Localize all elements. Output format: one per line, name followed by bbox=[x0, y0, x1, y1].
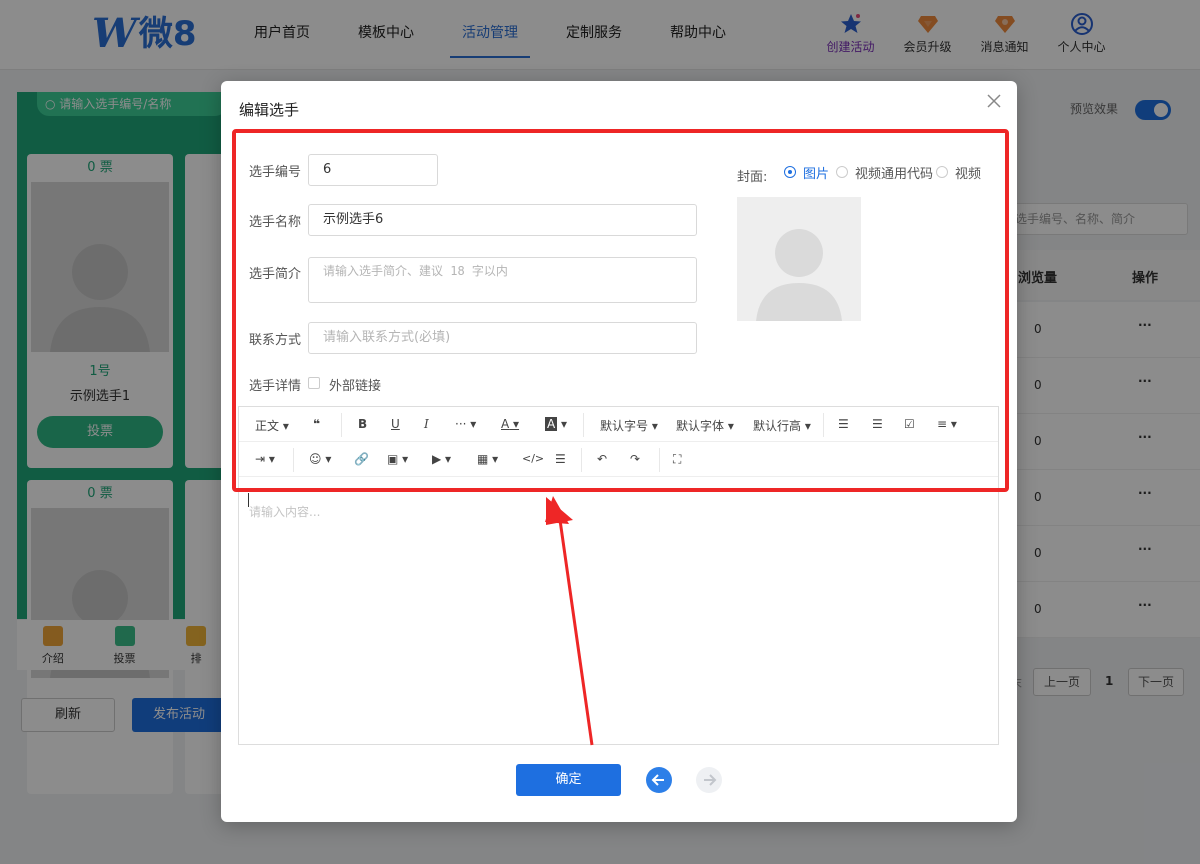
highlight-box bbox=[232, 129, 1009, 492]
dialog-title: 编辑选手 bbox=[239, 101, 300, 119]
close-icon[interactable] bbox=[986, 93, 1002, 109]
next-arrow-icon[interactable] bbox=[696, 767, 722, 793]
confirm-button[interactable]: 确定 bbox=[516, 764, 621, 796]
previous-arrow-icon[interactable] bbox=[646, 767, 672, 793]
editor-placeholder[interactable]: 请输入内容... bbox=[249, 503, 320, 520]
